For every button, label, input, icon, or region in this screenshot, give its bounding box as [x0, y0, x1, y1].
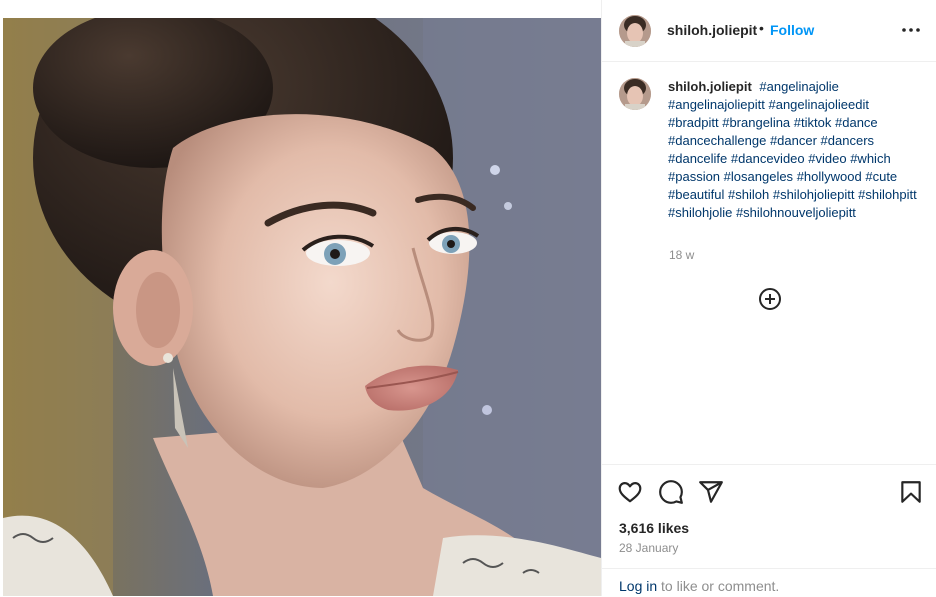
caption-username[interactable]: shiloh.joliepit — [668, 79, 752, 94]
more-horizontal-icon[interactable] — [899, 20, 923, 40]
hashtag-link[interactable]: #shilohjolie — [668, 205, 732, 220]
post-header: shiloh.joliepit • Follow — [602, 0, 936, 62]
post-date[interactable]: 28 January — [619, 541, 678, 555]
avatar-image — [619, 78, 651, 110]
hashtag-link[interactable]: #dancer — [770, 133, 817, 148]
hashtag-link[interactable]: #tiktok — [794, 115, 832, 130]
post-author-username[interactable]: shiloh.joliepit — [667, 22, 757, 38]
hashtag-link[interactable]: #shilohnouveljoliepitt — [736, 205, 856, 220]
plus-circle-icon[interactable] — [758, 287, 782, 311]
hashtag-link[interactable]: #dancers — [821, 133, 874, 148]
hashtag-link[interactable]: #angelinajoliepitt — [668, 97, 765, 112]
hashtag-link[interactable]: #shiloh — [728, 187, 769, 202]
hashtag-link[interactable]: #losangeles — [724, 169, 793, 184]
separator-dot: • — [759, 20, 764, 36]
hashtag-link[interactable]: #dancechallenge — [668, 133, 766, 148]
login-link[interactable]: Log in — [619, 578, 657, 594]
post-actions-bar — [602, 464, 936, 505]
post-image[interactable] — [3, 18, 601, 596]
follow-button[interactable]: Follow — [770, 22, 814, 38]
post-side-panel: shiloh.joliepit • Follow shiloh.joliepit — [601, 0, 936, 596]
caption-avatar[interactable] — [619, 78, 651, 110]
share-icon[interactable] — [698, 479, 724, 505]
hashtag-link[interactable]: #brangelina — [722, 115, 790, 130]
hashtag-link[interactable]: #bradpitt — [668, 115, 719, 130]
hashtag-link[interactable]: #dance — [835, 115, 878, 130]
avatar[interactable] — [619, 15, 651, 47]
hashtag-link[interactable]: #which — [850, 151, 890, 166]
avatar-image — [619, 15, 651, 47]
hashtag-link[interactable]: #shilohjoliepitt — [773, 187, 855, 202]
comment-icon[interactable] — [658, 479, 684, 505]
hashtag-link[interactable]: #passion — [668, 169, 720, 184]
portrait-illustration — [3, 18, 601, 596]
hashtag-link[interactable]: #dancevideo — [731, 151, 805, 166]
hashtag-link[interactable]: #beautiful — [668, 187, 724, 202]
hashtag-link[interactable]: #cute — [865, 169, 897, 184]
login-prompt-text: to like or comment. — [657, 578, 780, 594]
post-caption: shiloh.joliepit #angelinajolie #angelina… — [668, 78, 918, 222]
hashtag-link[interactable]: #angelinajolieedit — [768, 97, 868, 112]
hashtag-link[interactable]: #angelinajolie — [759, 79, 839, 94]
post-time-ago[interactable]: 18 w — [669, 248, 694, 262]
heart-icon[interactable] — [617, 479, 643, 505]
post-modal: shiloh.joliepit • Follow shiloh.joliepit — [0, 0, 936, 596]
hashtag-link[interactable]: #video — [808, 151, 846, 166]
hashtag-link[interactable]: #hollywood — [797, 169, 862, 184]
hashtag-link[interactable]: #dancelife — [668, 151, 727, 166]
likes-count[interactable]: 3,616 likes — [619, 520, 689, 536]
login-prompt: Log in to like or comment. — [602, 568, 936, 597]
hashtag-link[interactable]: #shilohpitt — [858, 187, 917, 202]
bookmark-icon[interactable] — [898, 479, 924, 505]
